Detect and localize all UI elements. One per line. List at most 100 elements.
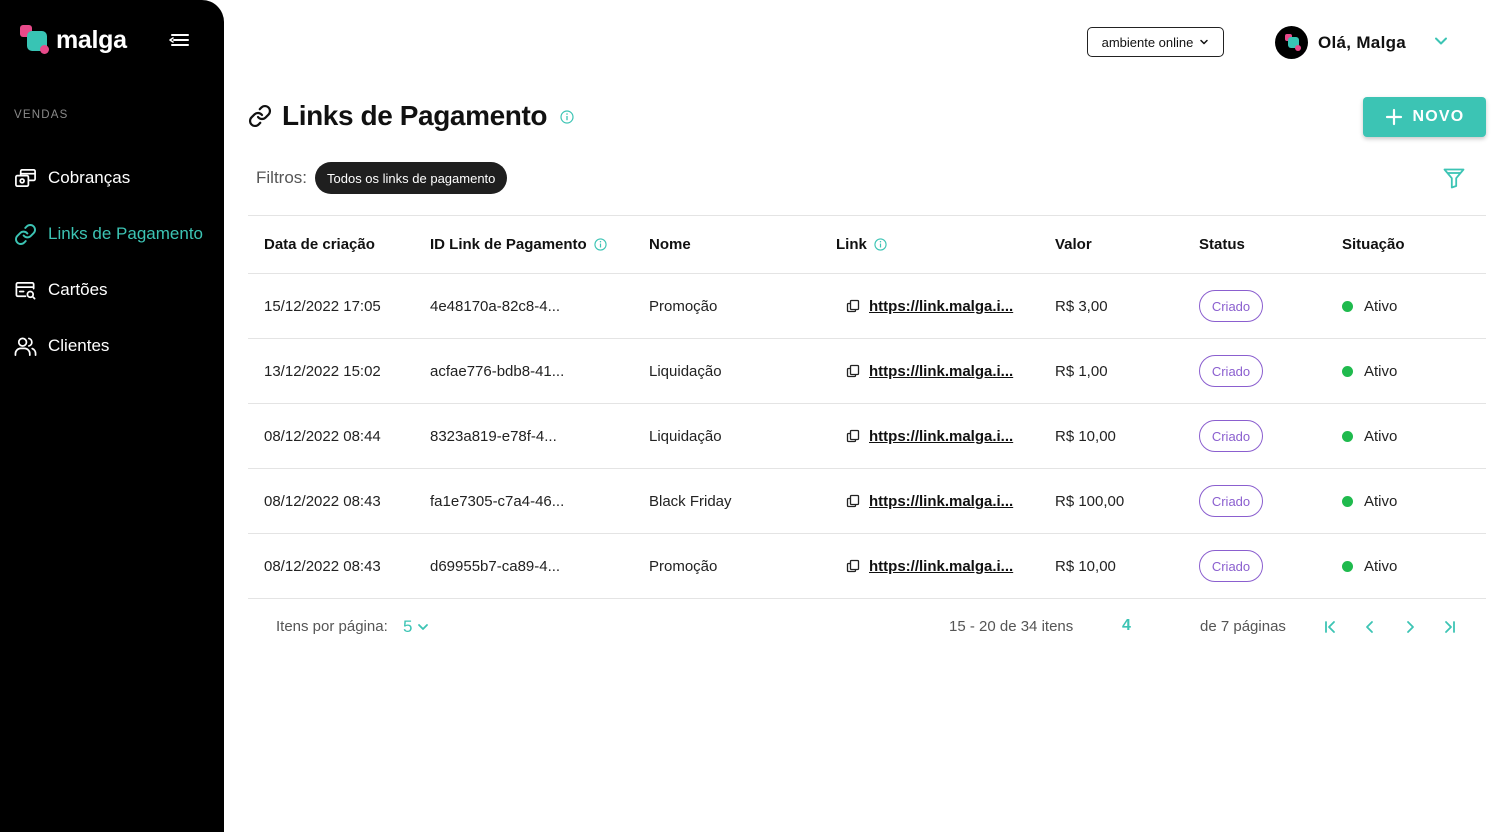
total-pages: de 7 páginas — [1200, 618, 1286, 635]
cell-status: Criado — [1199, 290, 1342, 322]
cell-link: https://link.malga.i... — [836, 558, 1055, 575]
per-page-select[interactable]: 5 — [403, 617, 429, 637]
logo-mark-icon — [20, 25, 50, 55]
status-badge: Criado — [1199, 420, 1263, 452]
user-menu-toggle[interactable] — [1432, 34, 1450, 53]
environment-select[interactable]: ambiente online — [1087, 27, 1224, 57]
status-badge: Criado — [1199, 550, 1263, 582]
cell-date: 13/12/2022 15:02 — [264, 362, 381, 380]
cell-date: 08/12/2022 08:43 — [264, 557, 381, 575]
page-title: Links de Pagamento — [282, 100, 548, 131]
column-header-label: Link — [836, 236, 867, 253]
filter-chip-all[interactable]: Todos os links de pagamento — [315, 162, 508, 194]
link-icon — [248, 104, 272, 128]
info-icon[interactable] — [560, 110, 574, 124]
sidebar-item-clientes[interactable]: Clientes — [0, 318, 224, 374]
table-row[interactable]: 15/12/2022 17:05 4e48170a-82c8-4... Prom… — [248, 274, 1486, 339]
environment-value: ambiente online — [1101, 34, 1194, 50]
status-badge: Criado — [1199, 485, 1263, 517]
cell-status: Criado — [1199, 485, 1342, 517]
table-row[interactable]: 08/12/2022 08:44 8323a819-e78f-4... Liqu… — [248, 404, 1486, 469]
table-row[interactable]: 08/12/2022 08:43 fa1e7305-c7a4-46... Bla… — [248, 469, 1486, 534]
current-page-input[interactable]: 4 — [1122, 617, 1131, 635]
cell-value: R$ 10,00 — [1055, 427, 1116, 445]
cell-situation: Ativo — [1342, 298, 1486, 315]
sidebar-item-cartoes[interactable]: Cartões — [0, 262, 224, 318]
copy-icon[interactable] — [846, 299, 860, 313]
situation-text: Ativo — [1364, 427, 1398, 445]
cell-link: https://link.malga.i... — [836, 363, 1055, 380]
active-dot-icon — [1342, 430, 1353, 442]
next-page-icon[interactable] — [1402, 618, 1418, 636]
active-dot-icon — [1342, 300, 1353, 312]
charges-icon — [15, 168, 36, 187]
filter-icon — [1443, 168, 1465, 189]
per-page-value: 5 — [403, 617, 413, 636]
info-icon[interactable] — [594, 238, 607, 251]
info-icon[interactable] — [874, 238, 887, 251]
cell-value: R$ 1,00 — [1055, 362, 1108, 380]
cell-situation: Ativo — [1342, 493, 1486, 510]
payment-link[interactable]: https://link.malga.i... — [869, 428, 1013, 445]
link-icon — [15, 223, 36, 245]
copy-icon[interactable] — [846, 559, 860, 573]
collapse-menu-button[interactable] — [166, 28, 192, 52]
sidebar-item-label: Clientes — [48, 336, 110, 355]
filter-button[interactable] — [1442, 166, 1466, 195]
column-header[interactable]: Status — [1199, 236, 1342, 253]
situation-text: Ativo — [1364, 297, 1398, 315]
cell-link: https://link.malga.i... — [836, 493, 1055, 510]
cell-date: 08/12/2022 08:43 — [264, 492, 381, 510]
payment-link[interactable]: https://link.malga.i... — [869, 493, 1013, 510]
cell-value: R$ 10,00 — [1055, 557, 1116, 575]
cell-status: Criado — [1199, 355, 1342, 387]
sidebar-item-cobrancas[interactable]: Cobranças — [0, 150, 224, 206]
brand-logo[interactable]: malga — [20, 25, 127, 55]
payment-link[interactable]: https://link.malga.i... — [869, 363, 1013, 380]
cell-name: Promoção — [649, 557, 718, 575]
plus-icon — [1385, 108, 1402, 126]
situation-text: Ativo — [1364, 492, 1398, 510]
column-header[interactable]: Nome — [649, 236, 836, 253]
situation-text: Ativo — [1364, 362, 1398, 380]
chevron-down-icon — [418, 624, 429, 630]
user-menu[interactable]: Olá, Malga — [1275, 26, 1406, 59]
column-header[interactable]: Data de criação — [248, 236, 430, 253]
column-header[interactable]: ID Link de Pagamento — [430, 236, 649, 253]
payment-link[interactable]: https://link.malga.i... — [869, 298, 1013, 315]
column-header[interactable]: Valor — [1055, 236, 1199, 253]
copy-icon[interactable] — [846, 494, 860, 508]
copy-icon[interactable] — [846, 364, 860, 378]
cell-id: acfae776-bdb8-41... — [430, 362, 565, 380]
payment-link[interactable]: https://link.malga.i... — [869, 558, 1013, 575]
table-row[interactable]: 08/12/2022 08:43 d69955b7-ca89-4... Prom… — [248, 534, 1486, 599]
cell-id: 8323a819-e78f-4... — [430, 427, 557, 445]
user-greeting: Olá, Malga — [1318, 32, 1407, 52]
column-header[interactable]: Link — [836, 236, 1055, 253]
payment-links-table: Data de criação ID Link de Pagamento Nom… — [248, 215, 1486, 599]
table-header: Data de criação ID Link de Pagamento Nom… — [248, 216, 1486, 274]
cell-name: Promoção — [649, 297, 718, 315]
sidebar-nav: Cobranças Links de Pagamento Cartões Cli… — [0, 150, 224, 374]
active-dot-icon — [1342, 560, 1353, 572]
cell-name: Liquidação — [649, 362, 722, 380]
card-search-icon — [15, 281, 36, 300]
items-range: 15 - 20 de 34 itens — [949, 618, 1074, 635]
new-link-button[interactable]: NOVO — [1363, 97, 1486, 137]
copy-icon[interactable] — [846, 429, 860, 443]
cell-id: d69955b7-ca89-4... — [430, 557, 561, 575]
last-page-icon[interactable] — [1442, 618, 1458, 636]
cell-link: https://link.malga.i... — [836, 428, 1055, 445]
sidebar-item-label: Cartões — [48, 280, 108, 299]
cell-id: fa1e7305-c7a4-46... — [430, 492, 565, 510]
brand-name: malga — [56, 25, 127, 54]
column-header[interactable]: Situação — [1342, 236, 1486, 253]
users-icon — [14, 336, 37, 356]
previous-page-icon[interactable] — [1362, 618, 1378, 636]
first-page-icon[interactable] — [1322, 618, 1338, 636]
cell-situation: Ativo — [1342, 363, 1486, 380]
sidebar-item-links-de-pagamento[interactable]: Links de Pagamento — [0, 206, 224, 262]
cell-status: Criado — [1199, 420, 1342, 452]
cell-link: https://link.malga.i... — [836, 298, 1055, 315]
table-row[interactable]: 13/12/2022 15:02 acfae776-bdb8-41... Liq… — [248, 339, 1486, 404]
